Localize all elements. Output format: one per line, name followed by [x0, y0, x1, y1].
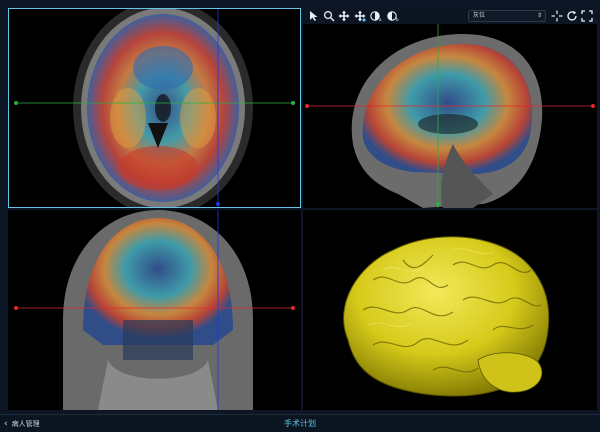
rotate-icon[interactable]	[565, 9, 579, 23]
svg-text:b: b	[396, 17, 399, 22]
contrast-a-icon[interactable]: a	[369, 9, 383, 23]
move-crosshair-icon[interactable]	[353, 9, 367, 23]
sagittal-view[interactable]	[303, 24, 597, 208]
page-title: 手术计划	[284, 419, 316, 428]
brain-3d-view[interactable]	[303, 210, 597, 410]
pointer-icon[interactable]	[307, 9, 321, 23]
app-window: a b 灰位 ⇕ ‹ 病人管理 手术计划	[0, 0, 600, 432]
viewer-toolbar: a b 灰位 ⇕	[303, 8, 597, 24]
zoom-icon[interactable]	[322, 9, 336, 23]
series-select[interactable]: 灰位 ⇕	[468, 10, 546, 22]
fullscreen-icon[interactable]	[580, 9, 594, 23]
crosshair-icon[interactable]	[550, 9, 564, 23]
svg-text:a: a	[379, 17, 382, 22]
series-select-value: 灰位	[473, 12, 486, 19]
select-arrows-icon: ⇕	[536, 12, 542, 19]
status-bar: ‹ 病人管理 手术计划	[0, 414, 600, 432]
coronal-view[interactable]	[8, 210, 301, 410]
pan-icon[interactable]	[337, 9, 351, 23]
contrast-b-icon[interactable]: b	[386, 9, 400, 23]
axial-view[interactable]	[8, 8, 301, 208]
